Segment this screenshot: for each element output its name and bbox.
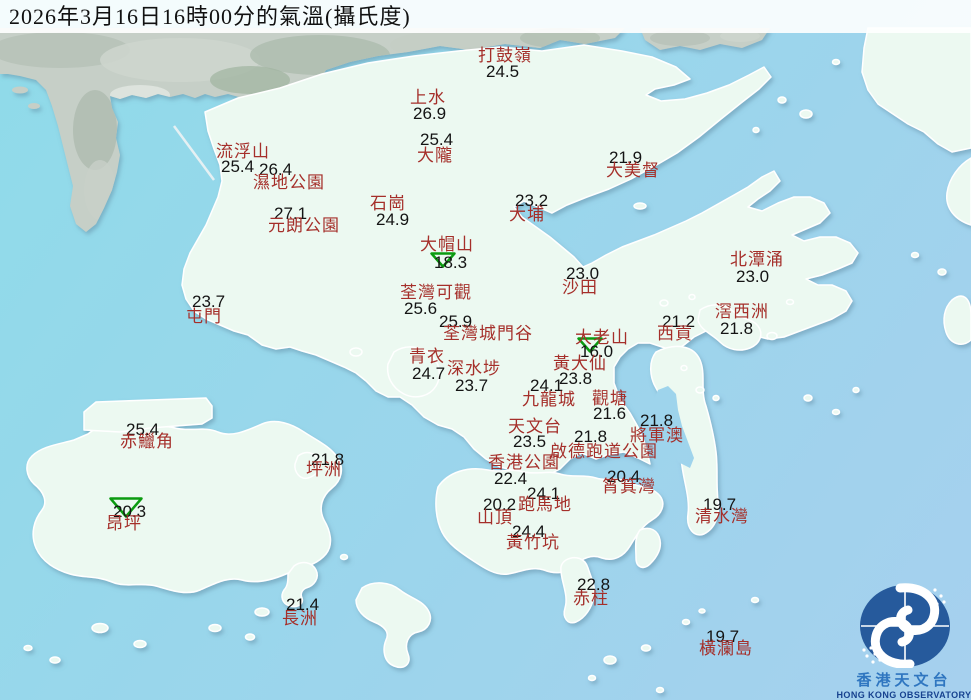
station-name: 橫瀾島 [699, 640, 753, 657]
station-name: 觀塘 [592, 390, 628, 407]
map-title: 2026年3月16日16時00分的氣溫(攝氏度) [0, 0, 971, 33]
station-name: 大帽山 [420, 236, 474, 253]
hko-logo-english: HONG KONG OBSERVATORY [836, 689, 971, 700]
hko-logo-emblem [836, 572, 971, 668]
station-temperature: 24.5 [486, 63, 519, 80]
station-name: 赤鱲角 [120, 433, 174, 450]
station-name: 流浮山 [216, 143, 270, 160]
station-name: 大美督 [606, 162, 660, 179]
station-temperature: 25.6 [404, 300, 437, 317]
station-name: 黃竹坑 [506, 534, 560, 551]
station-name: 長洲 [282, 610, 318, 627]
station-name: 青衣 [409, 348, 445, 365]
station-name: 清水灣 [695, 508, 749, 525]
station-temperature: 22.4 [494, 470, 527, 487]
station-name: 九龍城 [522, 391, 576, 408]
hko-logo: 香港天文台 HONG KONG OBSERVATORY [836, 572, 971, 700]
station-name: 荃灣城門谷 [443, 325, 533, 342]
station-name: 香港公園 [488, 454, 560, 471]
station-name: 屯門 [186, 308, 222, 325]
hko-logo-chinese: 香港天文台 [836, 673, 971, 689]
station-name: 西貢 [657, 325, 693, 342]
station-temperature: 26.9 [413, 105, 446, 122]
station-name: 坪洲 [306, 461, 342, 478]
station-temperature: 18.3 [434, 254, 467, 271]
station-name: 大老山 [575, 329, 629, 346]
station-name: 深水埗 [447, 360, 501, 377]
station-name: 荃灣可觀 [400, 284, 472, 301]
station-temperature: 23.7 [455, 377, 488, 394]
station-name: 北潭涌 [730, 251, 784, 268]
station-name: 打鼓嶺 [478, 47, 532, 64]
station-name: 黃大仙 [553, 355, 607, 372]
station-name: 大隴 [417, 147, 453, 164]
station-temperature: 24.9 [376, 211, 409, 228]
station-temperature: 21.8 [720, 320, 753, 337]
station-name: 筲箕灣 [602, 478, 656, 495]
station-name: 啟德跑道公園 [550, 443, 658, 460]
station-name: 山頂 [477, 509, 513, 526]
station-name: 大埔 [509, 206, 545, 223]
station-name: 上水 [410, 89, 446, 106]
hko-temperature-map: 2026年3月16日16時00分的氣溫(攝氏度) 24.5打鼓嶺26.9上水25… [0, 0, 971, 700]
station-name: 元朗公園 [268, 217, 340, 234]
station-name: 滘西洲 [715, 303, 769, 320]
station-name: 石崗 [370, 195, 406, 212]
station-name: 昂坪 [106, 515, 142, 532]
station-temperature: 23.0 [736, 268, 769, 285]
station-name: 跑馬地 [518, 496, 572, 513]
stations-layer: 24.5打鼓嶺26.9上水25.4大隴25.4流浮山26.4濕地公園27.1元朗… [0, 0, 971, 700]
station-temperature: 24.7 [412, 365, 445, 382]
station-name: 赤柱 [573, 590, 609, 607]
station-name: 沙田 [562, 279, 598, 296]
station-name: 天文台 [508, 418, 562, 435]
station-name: 濕地公園 [253, 174, 325, 191]
